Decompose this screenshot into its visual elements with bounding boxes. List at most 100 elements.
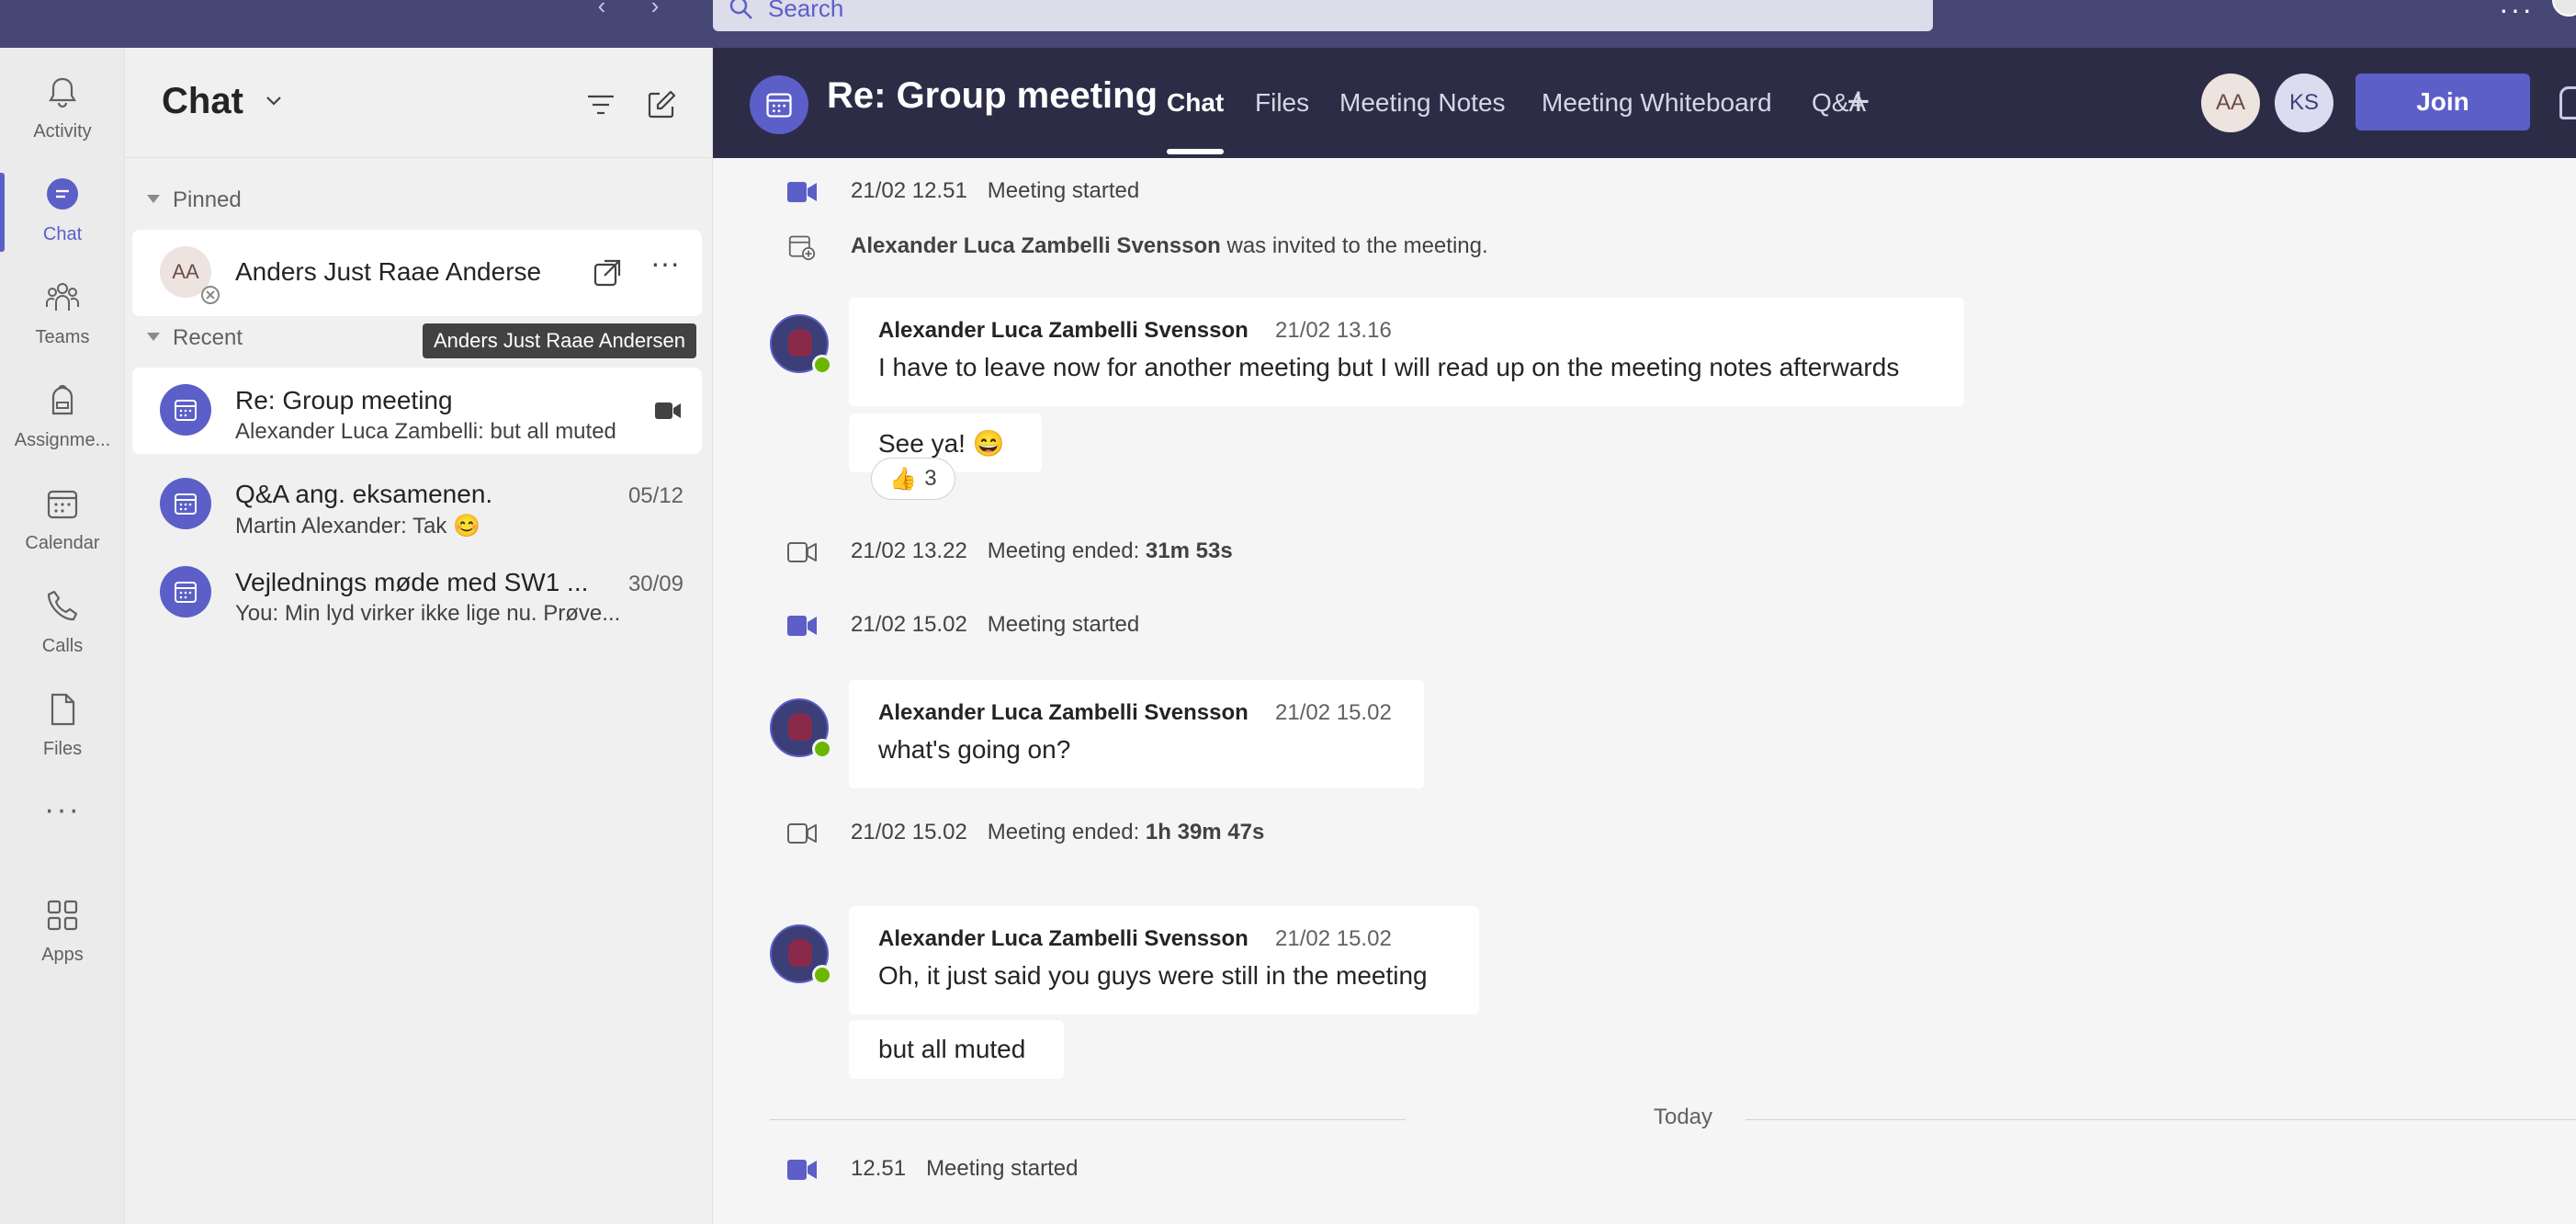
event-description: Meeting ended:	[987, 820, 1146, 844]
message-text: what's going on?	[878, 735, 1071, 764]
event-text: Alexander Luca Zambelli Svensson was inv…	[851, 233, 1488, 259]
date-divider-label: Today	[1653, 1105, 1713, 1129]
offline-status-icon	[201, 286, 220, 304]
event-text: 21/02 15.02 Meeting started	[851, 612, 1139, 638]
rail-label: Calendar	[25, 533, 100, 553]
rail-item-activity[interactable]: Activity	[0, 61, 125, 153]
avatar	[160, 566, 211, 618]
event-text: 21/02 13.22 Meeting ended: 31m 53s	[851, 538, 1233, 564]
rail-label: Teams	[35, 327, 90, 347]
available-status-icon	[812, 355, 832, 375]
chat-preview: Alexander Luca Zambelli: but all muted	[235, 419, 616, 444]
chat-list-title[interactable]: Chat	[162, 81, 243, 122]
message-text: Oh, it just said you guys were still in …	[878, 961, 1428, 990]
chat-preview: You: Min lyd virker ikke lige nu. Prøve.…	[235, 601, 621, 626]
chat-name: Re: Group meeting	[235, 386, 453, 414]
title-bar: ‹ › Search ···	[0, 0, 2576, 48]
search-bar[interactable]: Search	[713, 0, 1933, 31]
message-bubble[interactable]: but all muted	[849, 1020, 1064, 1079]
apps-icon	[47, 900, 78, 931]
avatar	[160, 478, 211, 529]
available-status-icon	[812, 739, 832, 759]
back-arrow-icon[interactable]: ‹	[588, 0, 616, 18]
more-options-icon[interactable]: ···	[2499, 0, 2534, 27]
rail-item-files[interactable]: Files	[0, 678, 125, 770]
rail-more-apps[interactable]: ···	[0, 792, 125, 847]
video-camera-icon	[787, 182, 817, 202]
calendar-icon	[766, 93, 792, 118]
teams-icon	[46, 283, 79, 311]
meeting-avatar	[750, 75, 808, 134]
video-camera-outline-icon	[787, 823, 817, 844]
event-description: Meeting ended:	[987, 538, 1146, 563]
reaction-count: 3	[924, 466, 937, 491]
rail-item-teams[interactable]: Teams	[0, 266, 125, 358]
message-time: 21/02 15.02	[1275, 700, 1392, 725]
message-sender: Alexander Luca Zambelli Svensson	[878, 700, 1248, 725]
message-bubble[interactable]: Alexander Luca Zambelli Svensson 21/02 1…	[849, 680, 1424, 788]
rail-item-chat[interactable]: Chat	[0, 164, 125, 255]
rail-item-calls[interactable]: Calls	[0, 575, 125, 667]
participants-icon[interactable]	[2559, 86, 2576, 119]
conversation-title: Re: Group meeting	[827, 75, 1158, 116]
message-bubble[interactable]: Alexander Luca Zambelli Svensson 21/02 1…	[849, 298, 1964, 406]
recent-label: Recent	[173, 325, 243, 350]
bell-icon	[49, 77, 76, 108]
message-text: but all muted	[878, 1035, 1026, 1063]
meeting-duration: 31m 53s	[1145, 538, 1233, 563]
add-tab-icon[interactable]: +	[1847, 79, 1870, 125]
pop-out-icon[interactable]	[592, 257, 623, 289]
tab-files[interactable]: Files	[1255, 88, 1309, 118]
event-text: 21/02 15.02 Meeting ended: 1h 39m 47s	[851, 820, 1264, 845]
join-button[interactable]: Join	[2356, 74, 2530, 130]
available-status-icon	[812, 965, 832, 985]
forward-arrow-icon[interactable]: ›	[641, 0, 669, 18]
profile-avatar[interactable]	[2552, 0, 2576, 17]
event-description: was invited to the meeting.	[1226, 233, 1488, 258]
message-text: I have to leave now for another meeting …	[878, 353, 1900, 381]
recent-section-header[interactable]: Recent	[147, 325, 243, 351]
video-camera-outline-icon	[787, 542, 817, 562]
new-chat-icon[interactable]	[645, 88, 678, 121]
tab-meeting-notes[interactable]: Meeting Notes	[1339, 88, 1506, 118]
message-bubble[interactable]: Alexander Luca Zambelli Svensson 21/02 1…	[849, 906, 1479, 1014]
participant-avatar[interactable]: KS	[2275, 74, 2333, 132]
participant-avatar[interactable]: AA	[2201, 74, 2260, 132]
message-sender: Alexander Luca Zambelli Svensson	[878, 318, 1248, 343]
chat-item-qa[interactable]: Q&A ang. eksamenen. Martin Alexander: Ta…	[132, 461, 702, 548]
more-icon: ···	[44, 792, 81, 827]
chat-date: 30/09	[627, 572, 684, 596]
backpack-icon	[51, 384, 73, 415]
rail-item-assignments[interactable]: Assignme...	[0, 369, 125, 461]
event-description: Meeting started	[926, 1156, 1079, 1181]
avatar-initials: AA	[172, 260, 199, 283]
chevron-down-icon[interactable]	[263, 90, 285, 112]
tooltip: Anders Just Raae Andersen	[423, 323, 696, 358]
participant-initials: KS	[2288, 90, 2319, 115]
rail-label: Calls	[41, 636, 84, 656]
chat-item-vejledning[interactable]: Vejlednings møde med SW1 ... You: Min ly…	[132, 550, 702, 636]
participant-initials: AA	[2215, 90, 2245, 115]
phone-icon	[47, 590, 78, 621]
pinned-section-header[interactable]: Pinned	[147, 187, 242, 213]
more-options-icon[interactable]: ···	[650, 246, 680, 280]
chat-item-pinned[interactable]: AA Anders Just Raae Anderse ···	[132, 230, 702, 316]
chat-list-panel: Chat Pinned AA Anders Just Raae Anderse …	[125, 48, 713, 1224]
avatar	[160, 384, 211, 436]
message-list: 21/02 12.51 Meeting started Alexander Luc…	[713, 158, 2576, 1224]
event-text: 21/02 12.51 Meeting started	[851, 178, 1139, 204]
event-time: 21/02 15.02	[851, 612, 967, 637]
rail-item-apps[interactable]: Apps	[0, 884, 125, 976]
calendar-add-icon	[788, 235, 816, 261]
rail-label: Assignme...	[14, 430, 111, 450]
tab-chat[interactable]: Chat	[1167, 88, 1225, 154]
chat-item-group-meeting[interactable]: Re: Group meeting Alexander Luca Zambell…	[132, 368, 702, 454]
filter-icon[interactable]	[584, 88, 617, 121]
event-time: 21/02 12.51	[851, 178, 967, 203]
rail-item-calendar[interactable]: Calendar	[0, 472, 125, 564]
chat-name: Vejlednings møde med SW1 ...	[235, 568, 589, 596]
tab-meeting-whiteboard[interactable]: Meeting Whiteboard	[1542, 88, 1772, 118]
file-icon	[51, 693, 75, 726]
reaction-chip[interactable]: 👍 3	[871, 458, 955, 500]
event-time: 12.51	[851, 1156, 907, 1181]
